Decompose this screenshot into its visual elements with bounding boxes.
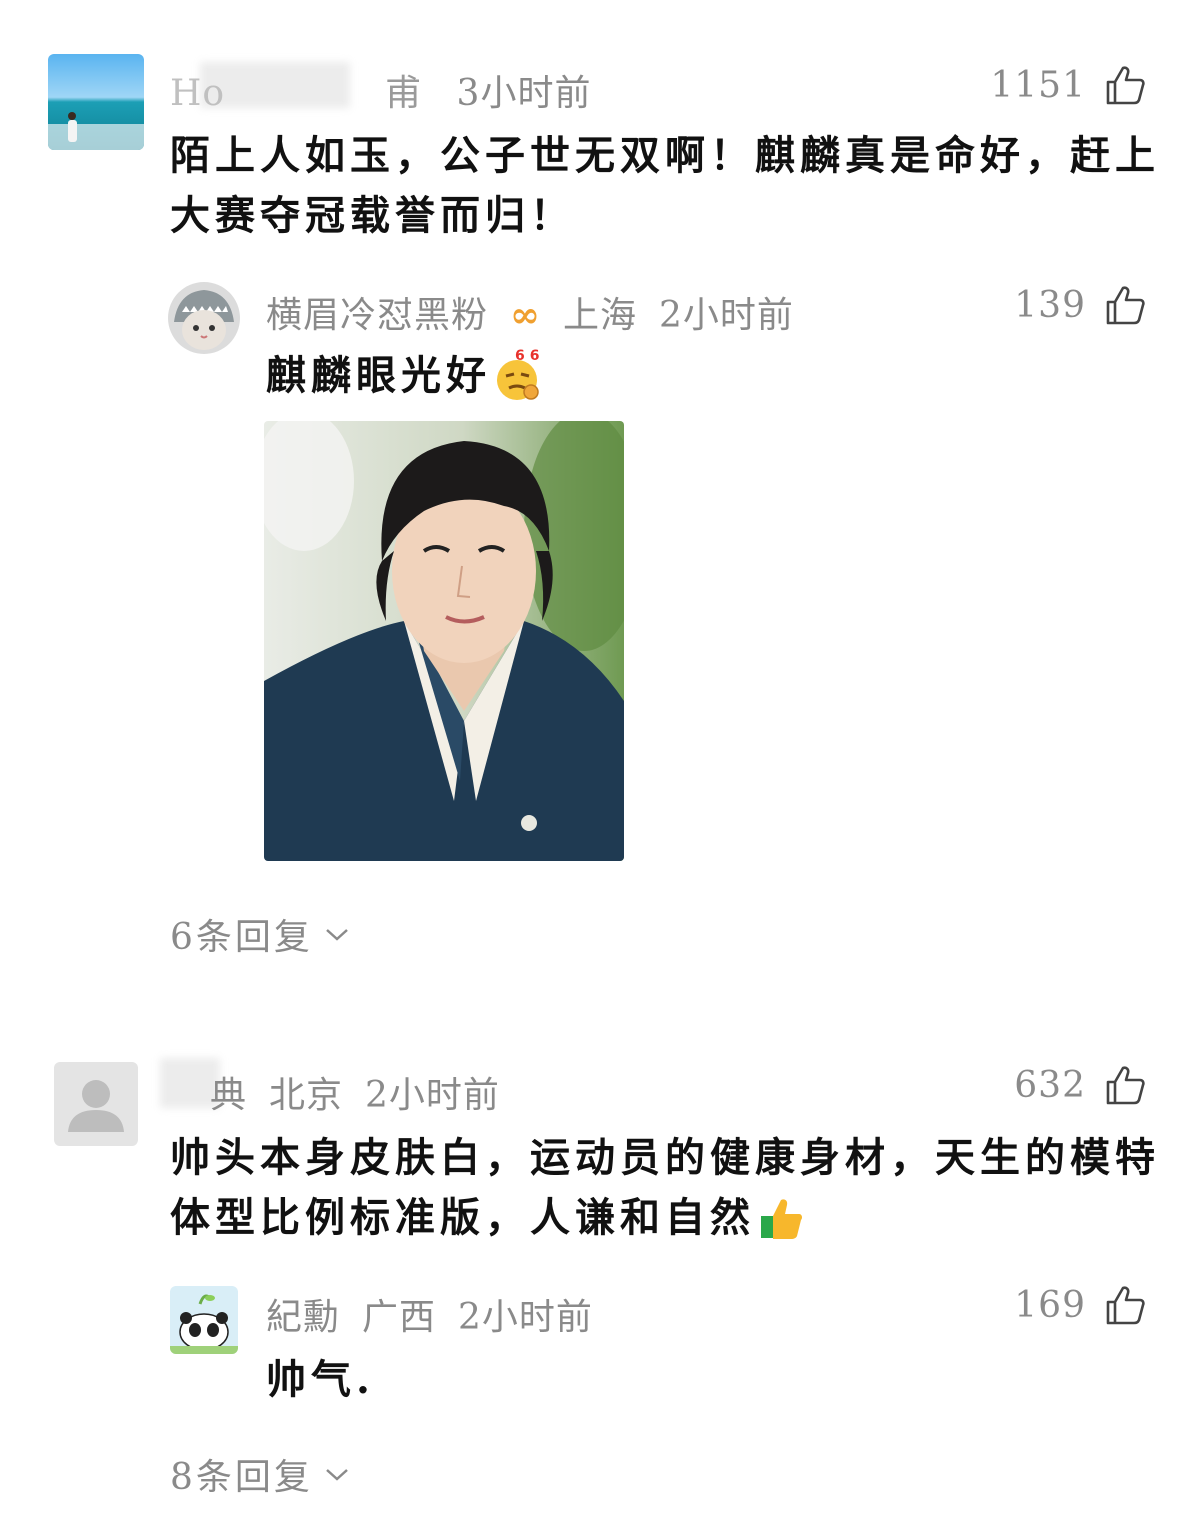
- reply-timestamp: 2小时前: [458, 1297, 593, 1338]
- like-button[interactable]: 1151: [990, 64, 1146, 106]
- reply-meta: 紀勳 广西 2小时前: [266, 1288, 615, 1340]
- expand-replies-link[interactable]: 8条回复: [170, 1448, 351, 1500]
- username[interactable]: Ho 甫: [170, 73, 422, 114]
- comment-item: 典北京 2小时前 632 帅头本身皮肤白，运动员的健康身材，天生的模特 体型比例标…: [0, 1030, 1200, 1514]
- expand-replies-link[interactable]: 6条回复: [170, 908, 351, 960]
- comment-text: 帅头本身皮肤白，运动员的健康身材，天生的模特 体型比例标准版，人谦和自然: [170, 1128, 1160, 1248]
- reply-photo[interactable]: [264, 421, 624, 861]
- replies-count-label: 6条回复: [170, 917, 313, 958]
- chevron-down-icon: [326, 1469, 348, 1481]
- location: 北京: [269, 1075, 344, 1116]
- comment-line: 帅头本身皮肤白，运动员的健康身材，天生的模特: [170, 1134, 1160, 1181]
- chevron-down-icon: [326, 929, 348, 941]
- comment-meta: Ho 甫 3小时前: [170, 64, 613, 116]
- like-count: 1151: [990, 64, 1086, 106]
- reply-location: 广西: [362, 1297, 437, 1338]
- comment-line: 大赛夺冠载誉而归！: [170, 192, 575, 239]
- smirk-666-emoji-icon: 666: [493, 348, 554, 404]
- reply-like-button[interactable]: 169: [1014, 1284, 1146, 1326]
- username[interactable]: 典: [210, 1075, 247, 1116]
- svg-text:666: 666: [515, 348, 545, 364]
- timestamp: 2小时前: [365, 1075, 500, 1116]
- like-button[interactable]: 632: [1014, 1064, 1146, 1106]
- like-count: 139: [1014, 284, 1086, 326]
- like-count: 632: [1014, 1064, 1086, 1106]
- comment-item: Ho 甫 3小时前 1151 陌上人如玉，公子世无双啊！麒麟真是命好，赶上 大赛夺…: [0, 0, 1200, 980]
- reply-avatar[interactable]: [168, 282, 240, 354]
- vip-badge-icon: ∞: [510, 294, 542, 336]
- reply-timestamp: 2小时前: [659, 295, 794, 336]
- reply-text: 麒麟眼光好 666: [266, 346, 554, 406]
- comment-text: 陌上人如玉，公子世无双啊！麒麟真是命好，赶上 大赛夺冠载誉而归！: [170, 126, 1160, 246]
- reply-avatar[interactable]: [170, 1286, 238, 1354]
- reply-text-content: 麒麟眼光好: [266, 352, 491, 399]
- replies-count-label: 8条回复: [170, 1457, 313, 1498]
- thumbs-up-icon: [1106, 1066, 1145, 1105]
- avatar[interactable]: [54, 1062, 138, 1146]
- comment-line: 体型比例标准版，人谦和自然: [170, 1194, 755, 1241]
- thumbs-up-icon: [1106, 286, 1145, 325]
- reply-location: 上海: [563, 295, 638, 336]
- comment-line: 陌上人如玉，公子世无双啊！麒麟真是命好，赶上: [170, 132, 1160, 179]
- thumbs-up-emoji-icon: [761, 1199, 803, 1239]
- comment-meta: 典北京 2小时前: [176, 1066, 522, 1118]
- avatar[interactable]: [48, 54, 144, 150]
- thumbs-up-icon: [1106, 66, 1145, 105]
- timestamp: 3小时前: [456, 73, 592, 114]
- reply-text: 帅气.: [266, 1356, 375, 1403]
- reply-username[interactable]: 紀勳: [266, 1297, 340, 1338]
- reply-like-button[interactable]: 139: [1014, 284, 1146, 326]
- reply-meta: 横眉冷怼黑粉 ∞ 上海 2小时前: [266, 286, 816, 338]
- reply-username[interactable]: 横眉冷怼黑粉: [266, 295, 488, 336]
- like-count: 169: [1014, 1284, 1086, 1326]
- thumbs-up-icon: [1106, 1286, 1145, 1325]
